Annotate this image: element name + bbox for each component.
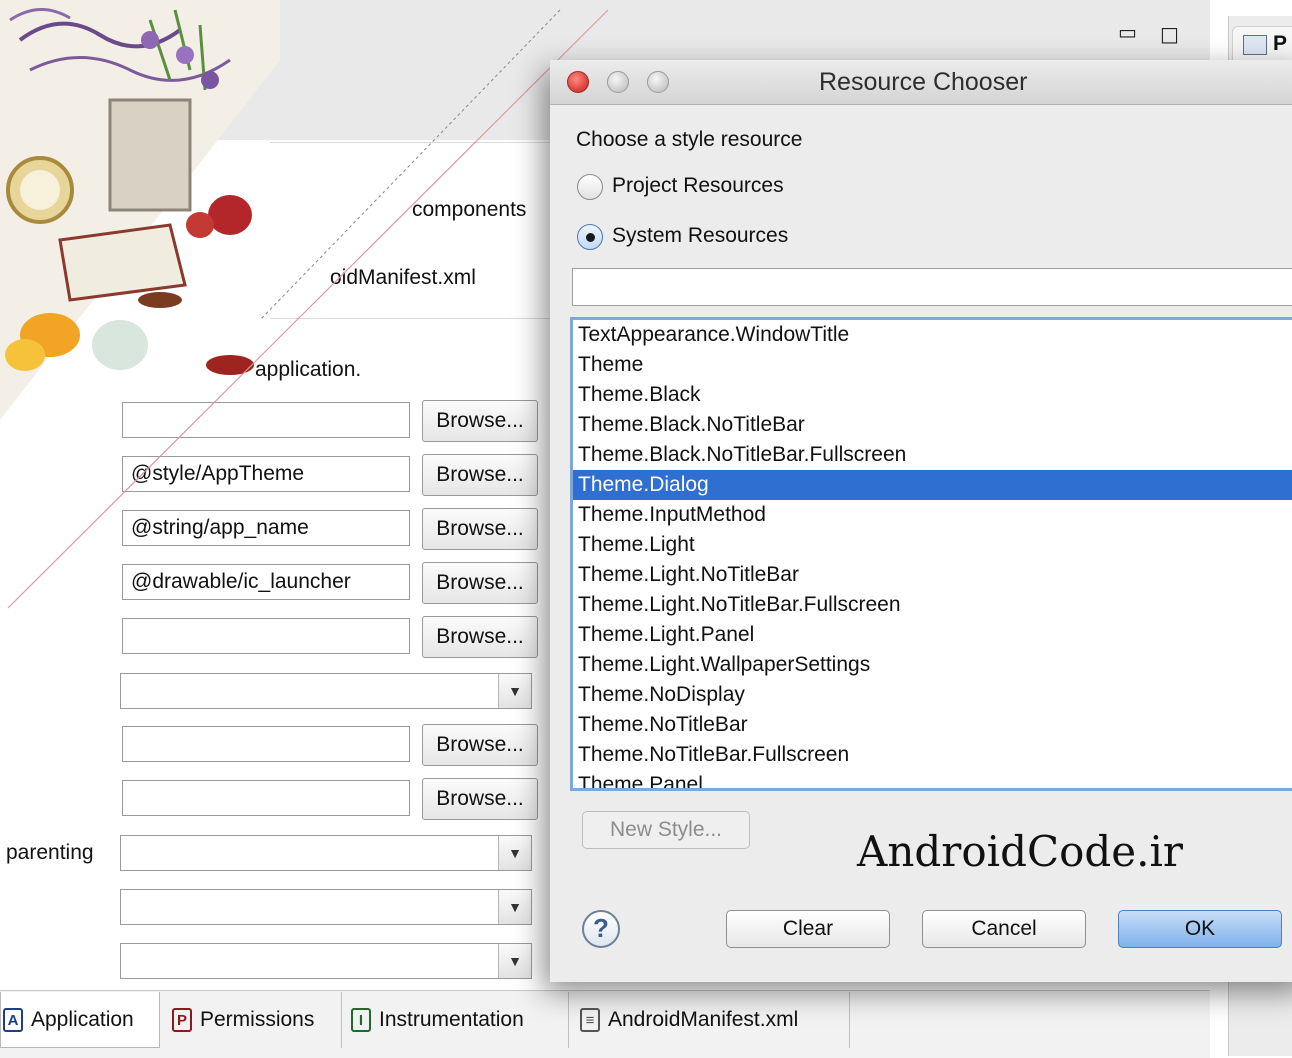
diagonal-overlay-line bbox=[7, 9, 609, 609]
chevron-down-icon[interactable]: ▼ bbox=[498, 944, 531, 978]
maximize-icon[interactable]: □ bbox=[1160, 22, 1179, 46]
resource-list[interactable]: TextAppearance.WindowTitle Theme Theme.Bla… bbox=[570, 317, 1292, 791]
chevron-down-icon[interactable]: ▼ bbox=[498, 674, 531, 708]
dropdown-select[interactable]: ▼ bbox=[120, 889, 532, 925]
chevron-down-icon[interactable]: ▼ bbox=[498, 836, 531, 870]
process-field[interactable] bbox=[122, 726, 410, 762]
clear-button[interactable]: Clear bbox=[726, 910, 890, 948]
list-item[interactable]: Theme.Dialog bbox=[573, 470, 1292, 500]
list-item[interactable]: Theme.Black.NoTitleBar bbox=[573, 410, 1292, 440]
browse-button[interactable]: Browse... bbox=[422, 724, 538, 766]
radio-selected-dot bbox=[586, 233, 595, 242]
list-item[interactable]: Theme bbox=[573, 350, 1292, 380]
dropdown-select[interactable]: ▼ bbox=[120, 943, 532, 979]
tab-label: AndroidManifest.xml bbox=[608, 1008, 799, 1031]
list-item[interactable]: Theme.Panel bbox=[573, 770, 1292, 788]
tab-permissions[interactable]: P Permissions bbox=[162, 992, 342, 1048]
tab-label: Application bbox=[31, 1008, 134, 1031]
instrumentation-tab-icon: I bbox=[351, 1008, 371, 1033]
allow-task-reparenting-select[interactable]: ▼ bbox=[120, 835, 532, 871]
zoom-icon[interactable] bbox=[647, 71, 669, 93]
list-item[interactable]: Theme.Light.NoTitleBar.Fullscreen bbox=[573, 590, 1292, 620]
filter-input[interactable] bbox=[572, 268, 1292, 306]
dialog-prompt: Choose a style resource bbox=[576, 128, 803, 151]
minimize-icon[interactable]: ▭ bbox=[1118, 20, 1137, 44]
side-panel-tab-label: P bbox=[1273, 32, 1288, 55]
tab-label: Permissions bbox=[200, 1008, 315, 1031]
cancel-button[interactable]: Cancel bbox=[922, 910, 1086, 948]
tab-androidmanifest-xml[interactable]: ≡ AndroidManifest.xml bbox=[570, 992, 850, 1048]
list-item[interactable]: Theme.Black.NoTitleBar.Fullscreen bbox=[573, 440, 1292, 470]
dialog-titlebar: Resource Chooser bbox=[550, 60, 1292, 105]
list-item[interactable]: Theme.Light.WallpaperSettings bbox=[573, 650, 1292, 680]
minimize-icon[interactable] bbox=[607, 71, 629, 93]
list-item[interactable]: Theme.NoDisplay bbox=[573, 680, 1292, 710]
project-resources-radio[interactable] bbox=[577, 174, 603, 200]
list-item[interactable]: Theme.Light bbox=[573, 530, 1292, 560]
description-field[interactable] bbox=[122, 618, 410, 654]
list-item[interactable]: Theme.NoTitleBar bbox=[573, 710, 1292, 740]
application-tab-icon: A bbox=[3, 1008, 23, 1033]
task-affinity-field[interactable] bbox=[122, 780, 410, 816]
tab-application[interactable]: A Application bbox=[0, 992, 160, 1048]
system-resources-label[interactable]: System Resources bbox=[612, 224, 788, 248]
list-item[interactable]: Theme.Light.Panel bbox=[573, 620, 1292, 650]
help-icon[interactable]: ? bbox=[582, 910, 620, 948]
dropdown-select[interactable]: ▼ bbox=[120, 673, 532, 709]
list-item[interactable]: Theme.NoTitleBar.Fullscreen bbox=[573, 740, 1292, 770]
list-item[interactable]: TextAppearance.WindowTitle bbox=[573, 320, 1292, 350]
resource-chooser-dialog: Resource Chooser Choose a style resource… bbox=[550, 60, 1292, 982]
list-item[interactable]: Theme.Light.NoTitleBar bbox=[573, 560, 1292, 590]
parenting-label: parenting bbox=[6, 841, 94, 864]
tab-label: Instrumentation bbox=[379, 1008, 524, 1031]
close-icon[interactable] bbox=[567, 71, 589, 93]
dialog-title: Resource Chooser bbox=[819, 68, 1028, 96]
table-icon bbox=[1243, 35, 1267, 55]
permissions-tab-icon: P bbox=[172, 1008, 192, 1033]
watermark-text: AndroidCode.ir bbox=[857, 827, 1183, 876]
tab-instrumentation[interactable]: I Instrumentation bbox=[343, 992, 569, 1048]
ok-button[interactable]: OK bbox=[1118, 910, 1282, 948]
system-resources-radio[interactable] bbox=[577, 224, 603, 250]
new-style-button[interactable]: New Style... bbox=[582, 811, 750, 849]
list-item[interactable]: Theme.InputMethod bbox=[573, 500, 1292, 530]
list-item[interactable]: Theme.Black bbox=[573, 380, 1292, 410]
chevron-down-icon[interactable]: ▼ bbox=[498, 890, 531, 924]
xml-file-icon: ≡ bbox=[580, 1008, 600, 1033]
browse-button[interactable]: Browse... bbox=[422, 616, 538, 658]
project-resources-label[interactable]: Project Resources bbox=[612, 174, 784, 198]
browse-button[interactable]: Browse... bbox=[422, 778, 538, 820]
